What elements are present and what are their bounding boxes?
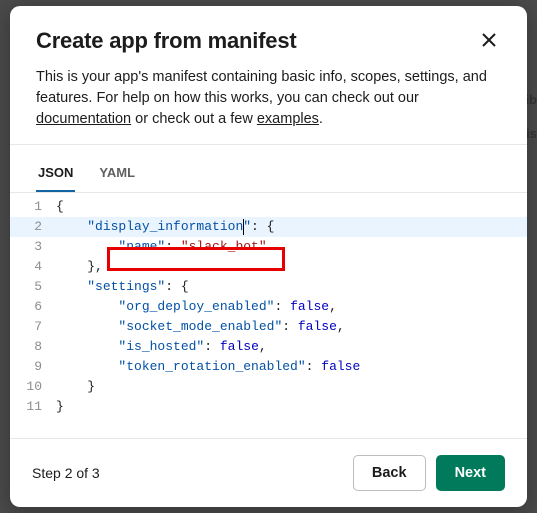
code-line[interactable]: 2 "display_information": {: [10, 217, 527, 237]
code-content[interactable]: "settings": {: [56, 277, 527, 297]
code-line[interactable]: 5 "settings": {: [10, 277, 527, 297]
desc-text: or check out a few: [131, 111, 257, 127]
divider: [10, 144, 527, 145]
code-content[interactable]: "org_deploy_enabled": false,: [56, 297, 527, 317]
modal-header: Create app from manifest: [10, 6, 527, 67]
footer-buttons: Back Next: [353, 455, 505, 491]
format-tabs: JSON YAML: [10, 155, 527, 193]
background-text: ib: [525, 92, 537, 107]
examples-link[interactable]: examples: [257, 111, 319, 127]
code-content[interactable]: "name": "slack_bot": [56, 237, 527, 257]
tab-yaml[interactable]: YAML: [97, 155, 137, 192]
line-number: 7: [10, 317, 56, 337]
line-number: 8: [10, 337, 56, 357]
code-line[interactable]: 7 "socket_mode_enabled": false,: [10, 317, 527, 337]
modal-footer: Step 2 of 3 Back Next: [10, 438, 527, 507]
desc-text: .: [319, 111, 323, 127]
modal-description: This is your app's manifest containing b…: [10, 67, 527, 144]
background-text: is: [526, 126, 537, 141]
code-content[interactable]: "is_hosted": false,: [56, 337, 527, 357]
code-content[interactable]: {: [56, 197, 527, 217]
line-number: 11: [10, 397, 56, 417]
documentation-link[interactable]: documentation: [36, 111, 131, 127]
code-content[interactable]: "display_information": {: [56, 217, 527, 237]
code-content[interactable]: }: [56, 377, 527, 397]
modal-title: Create app from manifest: [36, 28, 297, 54]
manifest-editor[interactable]: 1{2 "display_information": {3 "name": "s…: [10, 193, 527, 438]
back-button[interactable]: Back: [353, 455, 426, 491]
code-line[interactable]: 1{: [10, 197, 527, 217]
desc-text: This is your app's manifest containing b…: [36, 69, 487, 106]
text-cursor: [243, 219, 244, 235]
code-line[interactable]: 9 "token_rotation_enabled": false: [10, 357, 527, 377]
close-icon: [481, 36, 497, 51]
line-number: 9: [10, 357, 56, 377]
code-line[interactable]: 8 "is_hosted": false,: [10, 337, 527, 357]
line-number: 10: [10, 377, 56, 397]
next-button[interactable]: Next: [436, 455, 505, 491]
create-app-modal: Create app from manifest This is your ap…: [10, 6, 527, 507]
code-line[interactable]: 6 "org_deploy_enabled": false,: [10, 297, 527, 317]
code-line[interactable]: 10 }: [10, 377, 527, 397]
line-number: 4: [10, 257, 56, 277]
code-content[interactable]: "socket_mode_enabled": false,: [56, 317, 527, 337]
line-number: 5: [10, 277, 56, 297]
tab-json[interactable]: JSON: [36, 155, 75, 192]
code-line[interactable]: 3 "name": "slack_bot": [10, 237, 527, 257]
step-indicator: Step 2 of 3: [32, 465, 100, 481]
line-number: 3: [10, 237, 56, 257]
line-number: 6: [10, 297, 56, 317]
close-button[interactable]: [477, 28, 501, 55]
code-content[interactable]: "token_rotation_enabled": false: [56, 357, 527, 377]
code-line[interactable]: 11}: [10, 397, 527, 417]
line-number: 1: [10, 197, 56, 217]
code-line[interactable]: 4 },: [10, 257, 527, 277]
line-number: 2: [10, 217, 56, 237]
code-content[interactable]: }: [56, 397, 527, 417]
code-content[interactable]: },: [56, 257, 527, 277]
